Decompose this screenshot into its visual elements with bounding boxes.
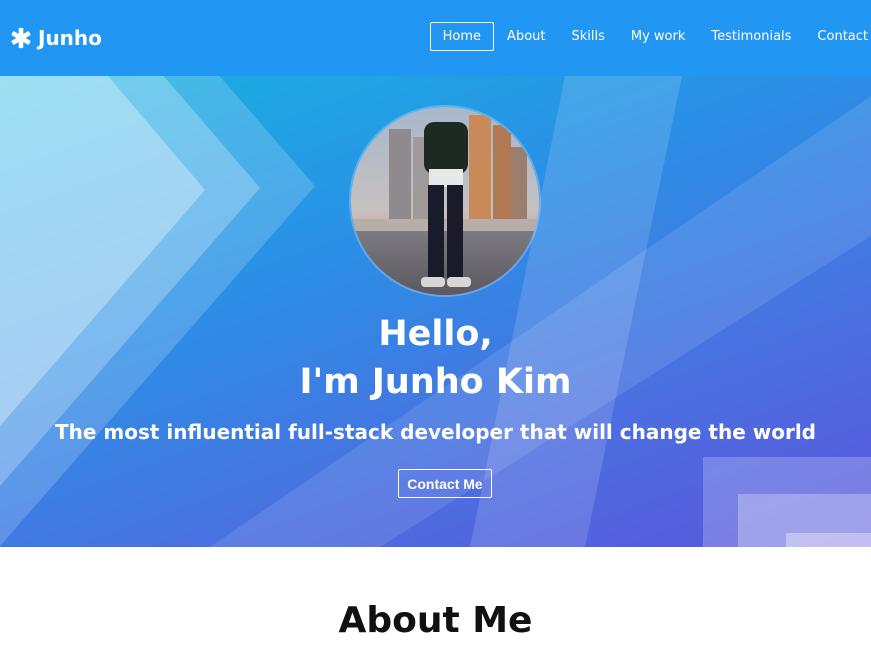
nav-menu: Home About Skills My work Testimonials C… bbox=[429, 22, 871, 51]
logo[interactable]: Junho bbox=[10, 26, 102, 50]
hero-greeting-line1: Hello, bbox=[378, 314, 493, 354]
profile-avatar bbox=[351, 107, 539, 295]
hero-section: Hello, I'm Junho Kim The most influentia… bbox=[0, 76, 871, 547]
logo-text: Junho bbox=[38, 26, 102, 50]
contact-me-button[interactable]: Contact Me bbox=[398, 469, 492, 498]
nav-item-skills[interactable]: Skills bbox=[558, 22, 617, 51]
nav-item-testimonials[interactable]: Testimonials bbox=[698, 22, 804, 51]
nav-item-home[interactable]: Home bbox=[429, 22, 495, 51]
nav-item-my-work[interactable]: My work bbox=[618, 22, 699, 51]
asterisk-icon bbox=[11, 27, 31, 49]
hero-greeting-line2: I'm Junho Kim bbox=[299, 362, 572, 402]
hero-tagline: The most influential full-stack develope… bbox=[55, 420, 816, 444]
profile-photo bbox=[351, 107, 539, 295]
about-title: About Me bbox=[338, 600, 533, 641]
navbar: Junho Home About Skills My work Testimon… bbox=[0, 0, 871, 76]
nav-item-contact[interactable]: Contact bbox=[804, 22, 871, 51]
nav-item-about[interactable]: About bbox=[494, 22, 558, 51]
